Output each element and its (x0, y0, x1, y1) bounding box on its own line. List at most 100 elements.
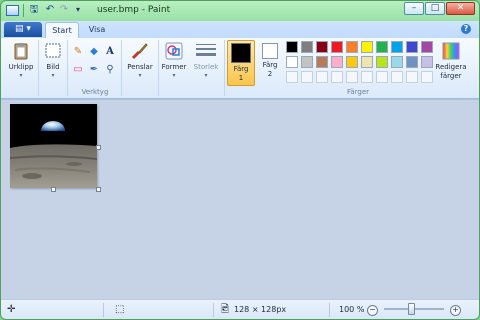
custom-color-slot[interactable] (331, 71, 343, 83)
edit-colors-label-2: färger (440, 72, 462, 80)
ribbon: Urklipp ▾ Bild ▾ ✎ ◆ A ▭ ✒ ⚲ Verktyg Pen (1, 38, 479, 99)
group-divider (224, 40, 225, 96)
paint-menu-button[interactable]: ▤ ▾ (4, 22, 42, 37)
clipboard-button[interactable]: Urklipp ▾ (6, 41, 36, 79)
pencil-icon[interactable]: ✎ (71, 45, 85, 59)
color-2-button[interactable]: Färg 2 (257, 41, 283, 79)
palette-swatch[interactable] (316, 41, 328, 53)
resize-handle-bottom[interactable] (51, 187, 56, 192)
palette-swatch[interactable] (286, 56, 298, 68)
edit-colors-button[interactable]: Redigera färger (434, 41, 468, 81)
group-divider (67, 40, 68, 96)
custom-color-slot[interactable] (361, 71, 373, 83)
selection-size-icon: ⬚ (115, 304, 125, 315)
size-button[interactable]: Storlek ▾ (191, 41, 221, 79)
paint-window: 🖫 ↶ ↷ ▾ user.bmp - Paint – □ ✕ ▤ ▾ Start… (0, 0, 480, 320)
custom-color-slot[interactable] (316, 71, 328, 83)
group-divider (38, 40, 39, 96)
custom-color-slot[interactable] (346, 71, 358, 83)
palette-swatch[interactable] (406, 56, 418, 68)
customize-dropdown-icon[interactable]: ▾ (72, 4, 84, 16)
palette-swatch[interactable] (406, 41, 418, 53)
undo-icon[interactable]: ↶ (44, 4, 56, 16)
palette-swatch[interactable] (391, 41, 403, 53)
toolbar-divider (23, 4, 24, 17)
color-2-number: 2 (267, 70, 273, 78)
size-label: Storlek (193, 63, 219, 71)
zoom-slider-thumb[interactable] (408, 303, 415, 315)
magnifier-icon[interactable]: ⚲ (103, 63, 117, 77)
zoom-percent: 100 % (339, 305, 365, 314)
custom-color-slot[interactable] (421, 71, 433, 83)
image-select-button[interactable]: Bild ▾ (41, 41, 65, 79)
earthrise-picture (10, 104, 97, 188)
maximize-button[interactable]: □ (425, 2, 445, 15)
group-divider (121, 40, 122, 96)
eraser-icon[interactable]: ▭ (71, 63, 85, 77)
custom-color-slot[interactable] (301, 71, 313, 83)
palette-swatch[interactable] (391, 56, 403, 68)
palette-swatch[interactable] (376, 41, 388, 53)
color-1-button[interactable]: Färg 1 (227, 40, 255, 86)
palette-swatch[interactable] (316, 56, 328, 68)
save-icon[interactable]: 🖫 (28, 4, 40, 16)
earthrise-image[interactable] (10, 104, 97, 188)
color-2-label: Färg (262, 61, 278, 69)
canvas-area[interactable] (1, 99, 479, 299)
palette-swatch[interactable] (331, 56, 343, 68)
shapes-button[interactable]: Former ▾ (161, 41, 187, 79)
colors-group-label: Färger (346, 88, 370, 96)
palette-swatch[interactable] (301, 56, 313, 68)
resize-handle-corner[interactable] (96, 187, 101, 192)
color-1-number: 1 (238, 74, 244, 82)
clipboard-dropdown-icon: ▾ (19, 72, 23, 79)
custom-color-slot[interactable] (406, 71, 418, 83)
status-bar: ✛ ⬚ 🖻 128 × 128px 100 % − + (1, 299, 479, 319)
palette-swatch[interactable] (286, 41, 298, 53)
palette-swatch[interactable] (346, 41, 358, 53)
palette-swatch[interactable] (331, 41, 343, 53)
brushes-button[interactable]: Penslar ▾ (124, 41, 156, 79)
minimize-button[interactable]: – (404, 2, 424, 15)
help-icon[interactable]: ? (461, 24, 471, 34)
status-divider (213, 303, 214, 317)
palette-swatch[interactable] (346, 56, 358, 68)
close-button[interactable]: ✕ (446, 2, 475, 15)
zoom-out-button[interactable]: − (367, 305, 378, 316)
ribbon-tab-bar: ▤ ▾ Start Visa ? (1, 21, 479, 39)
edit-colors-icon (442, 42, 460, 60)
brush-icon (131, 43, 148, 60)
custom-color-slot[interactable] (376, 71, 388, 83)
status-divider (329, 303, 330, 317)
paint-app-icon[interactable] (6, 5, 19, 16)
palette-swatch[interactable] (361, 41, 373, 53)
resize-handle-right[interactable] (96, 145, 101, 150)
color-2-swatch (262, 43, 278, 59)
clipboard-label: Urklipp (8, 63, 34, 71)
zoom-in-button[interactable]: + (450, 305, 461, 316)
brushes-dropdown-icon: ▾ (138, 72, 142, 79)
tab-view[interactable]: Visa (83, 22, 111, 38)
custom-color-slot[interactable] (391, 71, 403, 83)
palette-swatch[interactable] (376, 56, 388, 68)
clipboard-icon (14, 43, 28, 60)
palette-swatch[interactable] (421, 56, 433, 68)
shapes-icon (165, 42, 183, 60)
palette-swatch[interactable] (421, 41, 433, 53)
tab-start[interactable]: Start (45, 22, 79, 38)
color-picker-icon[interactable]: ✒ (87, 63, 101, 77)
palette-swatch[interactable] (301, 41, 313, 53)
group-divider (158, 40, 159, 96)
image-label: Bild (46, 63, 60, 71)
image-size-icon: 🖻 (221, 304, 230, 315)
fill-bucket-icon[interactable]: ◆ (87, 45, 101, 59)
status-divider (103, 303, 104, 317)
edit-colors-label-1: Redigera (435, 63, 467, 71)
brushes-label: Penslar (127, 63, 153, 71)
select-icon (45, 43, 61, 58)
color-1-swatch (231, 43, 251, 63)
palette-swatch[interactable] (361, 56, 373, 68)
text-tool-icon[interactable]: A (103, 45, 117, 59)
custom-color-slot[interactable] (286, 71, 298, 83)
redo-icon[interactable]: ↷ (58, 4, 70, 16)
